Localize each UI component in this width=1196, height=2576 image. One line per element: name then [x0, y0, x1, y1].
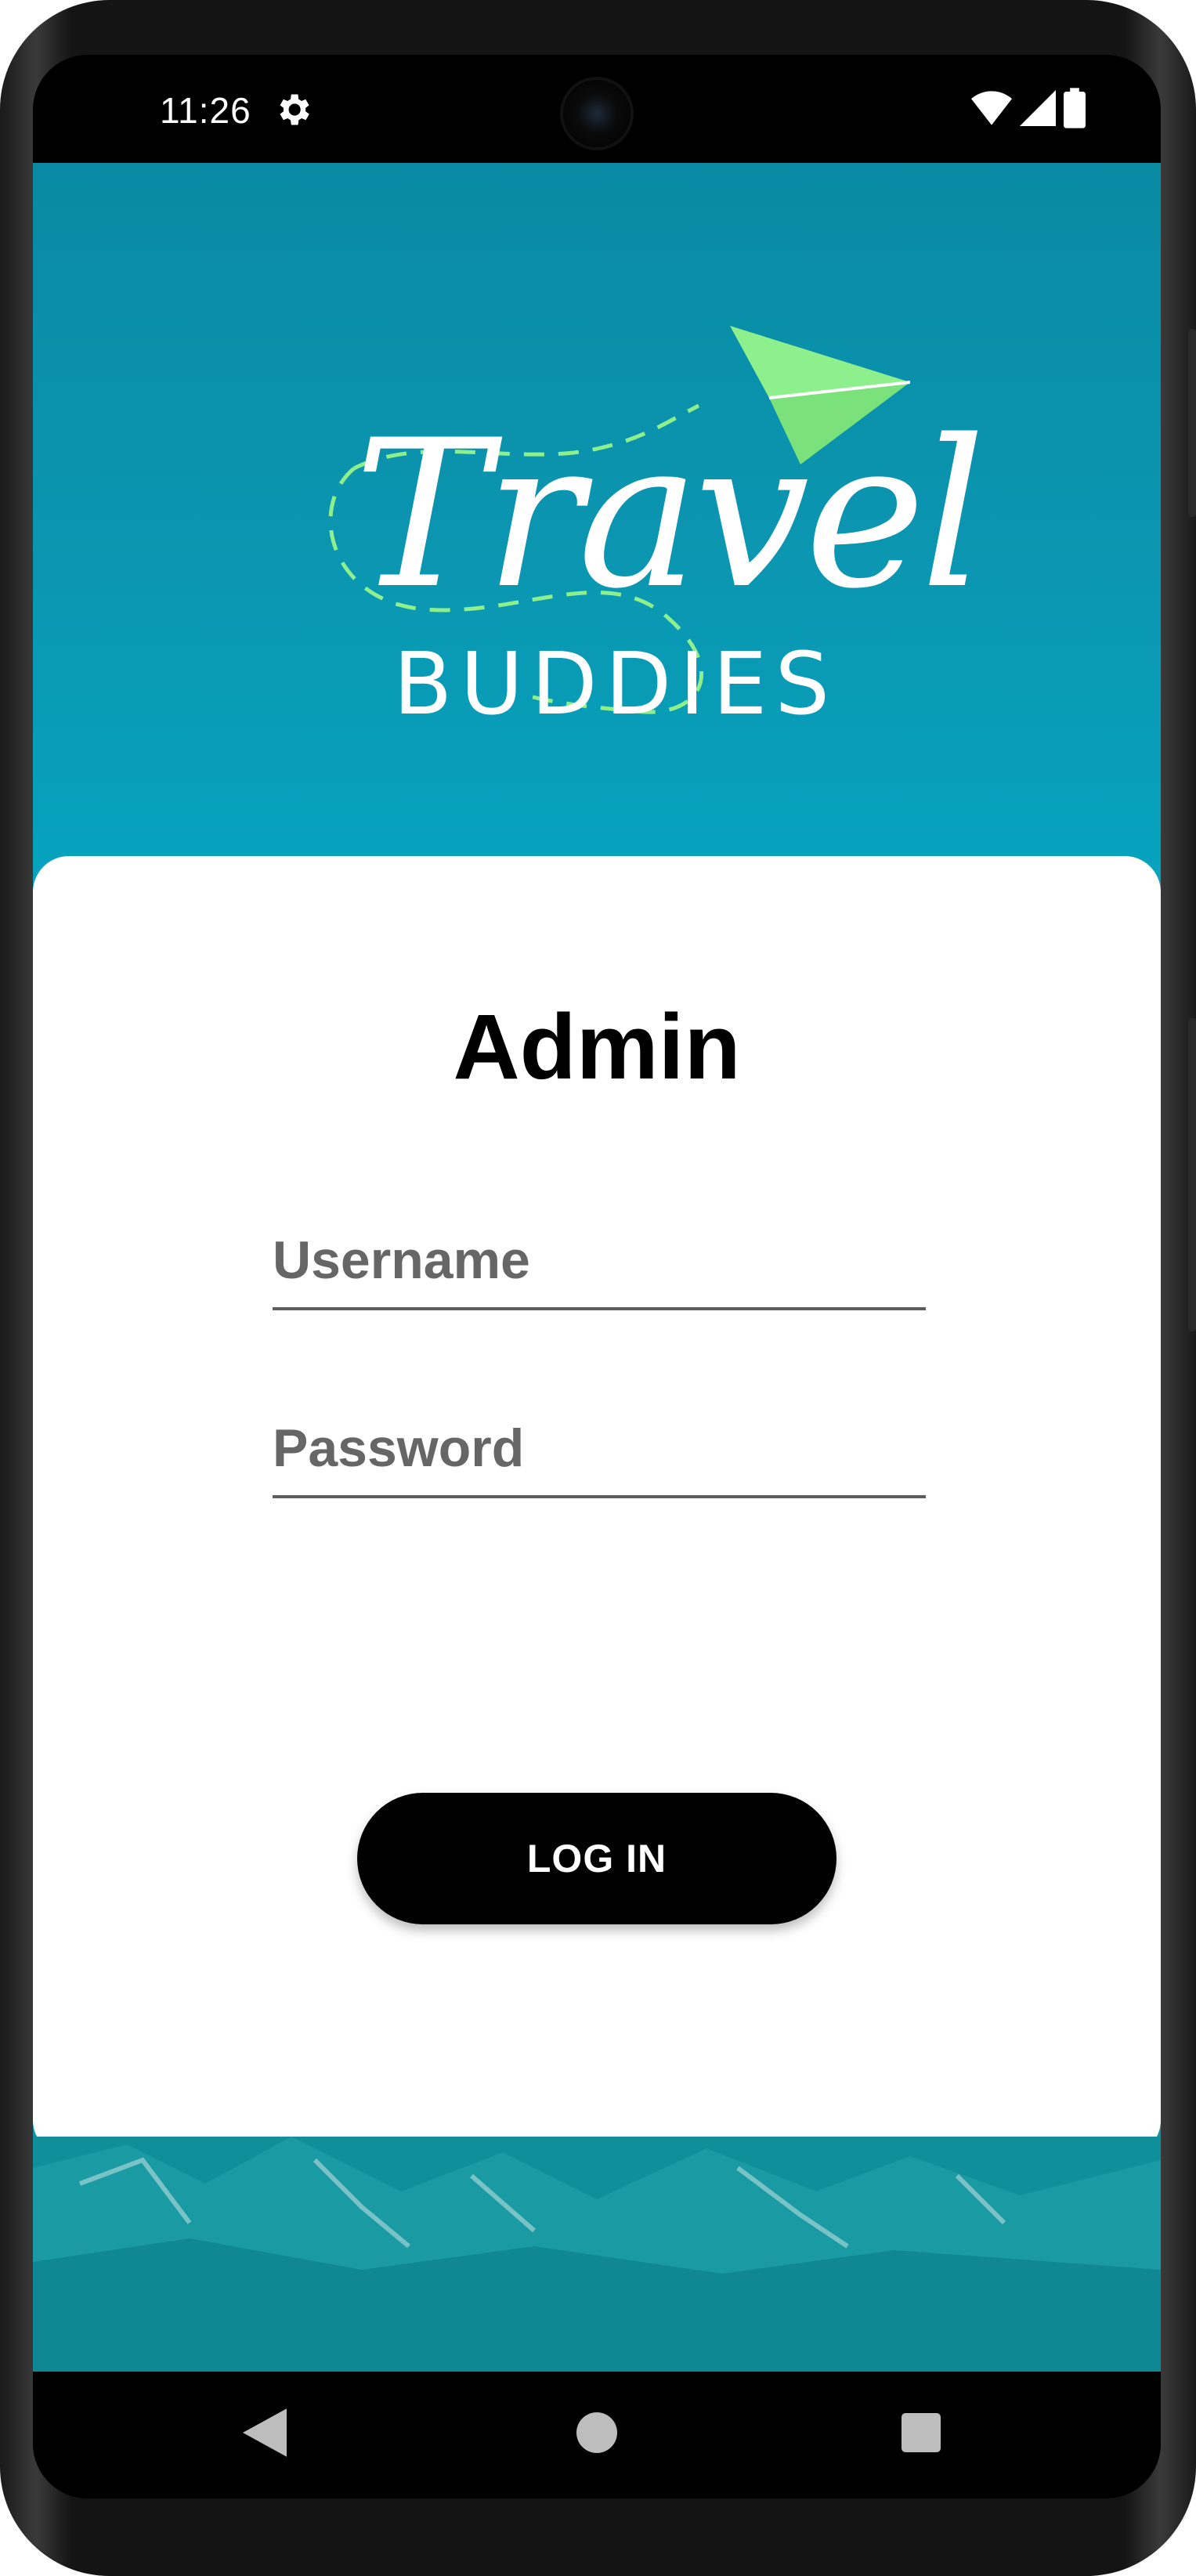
cellular-signal-icon [1020, 89, 1056, 130]
recents-icon[interactable] [890, 2401, 952, 2464]
username-input[interactable] [273, 1224, 926, 1310]
front-camera [563, 80, 631, 147]
battery-icon [1064, 87, 1086, 132]
back-icon[interactable] [233, 2401, 296, 2464]
page-title: Admin [453, 995, 741, 1099]
login-card: Admin LOG IN [33, 856, 1161, 2156]
home-icon[interactable] [565, 2401, 628, 2464]
password-input[interactable] [273, 1412, 926, 1498]
phone-frame: 11:26 Travel BUDDIES Admin Username LOG … [0, 0, 1196, 2576]
wifi-icon [971, 90, 1012, 130]
logo-title: Travel [354, 397, 986, 634]
app-content: Travel BUDDIES Admin LOG IN [33, 163, 1161, 2372]
gear-icon [273, 89, 313, 130]
logo-subtitle: BUDDIES [393, 634, 838, 734]
phone-screen: 11:26 Travel BUDDIES Admin Username LOG … [33, 55, 1161, 2498]
status-bar: 11:26 [33, 55, 1161, 163]
volume-button [1188, 1018, 1196, 1331]
login-button[interactable]: LOG IN [357, 1793, 836, 1924]
status-time: 11:26 [160, 90, 251, 131]
navigation-bar [33, 2372, 1161, 2498]
status-icons [971, 87, 1086, 132]
mountain-background [33, 2137, 1161, 2372]
travel-buddies-logo: Travel BUDDIES [260, 304, 986, 789]
power-button [1188, 329, 1196, 517]
